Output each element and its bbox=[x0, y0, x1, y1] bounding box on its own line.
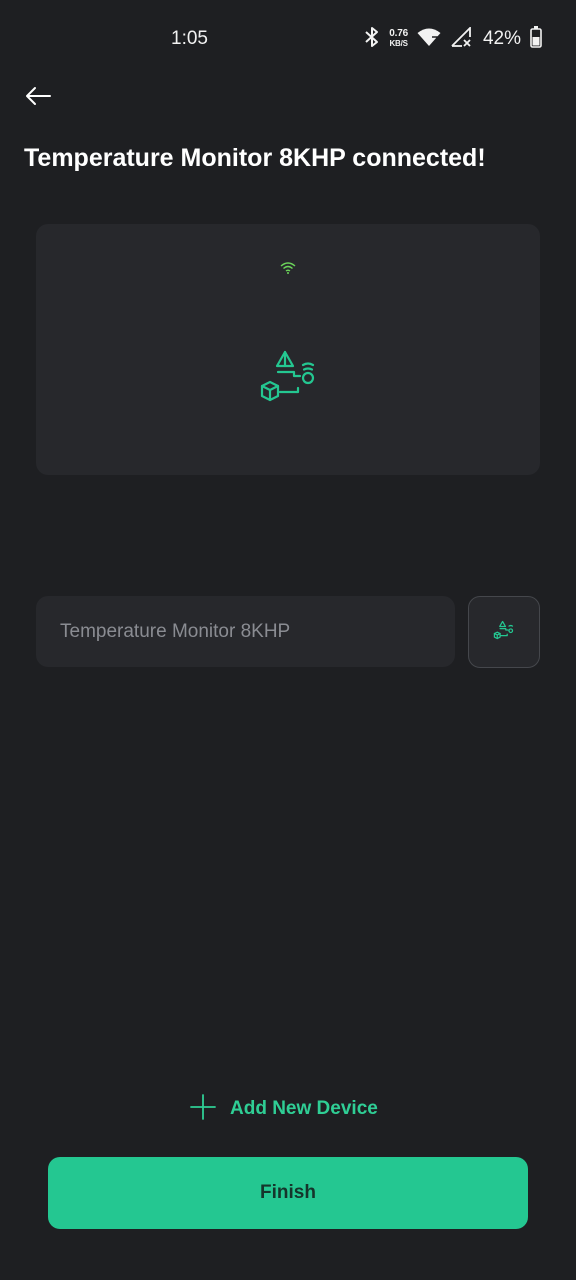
device-illustration-icon bbox=[258, 348, 320, 409]
device-icon-button[interactable] bbox=[468, 596, 540, 668]
finish-button[interactable]: Finish bbox=[48, 1157, 528, 1229]
back-button[interactable] bbox=[22, 82, 54, 114]
wifi-icon bbox=[280, 261, 296, 280]
status-icons: 0.76 KB/S 42% bbox=[364, 25, 542, 53]
plus-icon bbox=[190, 1093, 216, 1125]
signal-icon bbox=[450, 25, 472, 52]
battery-percent: 42% bbox=[482, 28, 521, 49]
status-time: 1:05 bbox=[171, 28, 208, 49]
device-name-field[interactable]: Temperature Monitor 8KHP bbox=[36, 596, 455, 667]
device-card bbox=[36, 224, 540, 475]
add-new-device-label: Add New Device bbox=[230, 1098, 378, 1119]
net-speed: 0.76 KB/S bbox=[389, 28, 408, 49]
battery-icon bbox=[530, 25, 542, 53]
page-title: Temperature Monitor 8KHP connected! bbox=[24, 144, 486, 172]
wifi-icon bbox=[417, 27, 441, 52]
bluetooth-icon bbox=[364, 26, 380, 53]
device-icon bbox=[493, 620, 515, 645]
status-bar: 1:05 0.76 KB/S 42% bbox=[0, 0, 576, 78]
add-new-device-button[interactable]: Add New Device bbox=[190, 1093, 378, 1125]
arrow-left-icon bbox=[24, 85, 52, 112]
